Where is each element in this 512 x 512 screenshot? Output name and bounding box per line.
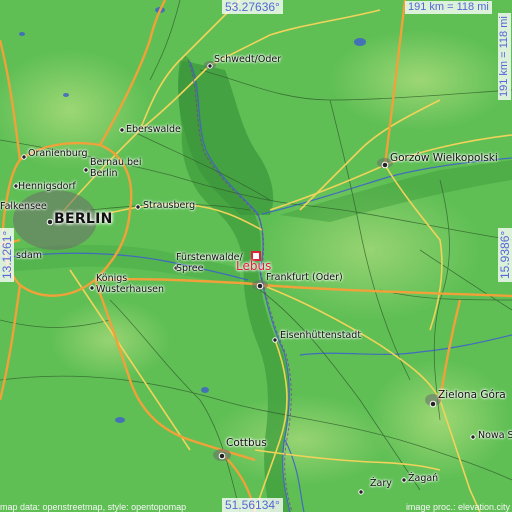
place-label-oranienburg: Oranienburg xyxy=(28,148,88,159)
place-label-zagan: Żagań xyxy=(408,473,439,484)
place-label-berlin: BERLIN xyxy=(54,211,113,227)
place-label-eisenhuettenstadt: Eisenhüttenstadt xyxy=(280,330,362,341)
place-label-gorzow: Gorzów Wielkopolski xyxy=(390,152,498,164)
place-label-zielona-gora: Zielona Góra xyxy=(438,389,506,401)
place-label-fuerstenwalde: Fürstenwalde/ Spree xyxy=(176,252,243,274)
coordinate-top: 53.27636° xyxy=(222,0,283,14)
place-label-schwedt: Schwedt/Oder xyxy=(214,54,282,65)
place-label-strausberg: Strausberg xyxy=(143,200,196,211)
upland-area xyxy=(50,300,170,380)
place-label-bernau: Bernau bei Berlin xyxy=(90,157,142,179)
place-label-falkensee: Falkensee xyxy=(0,201,47,212)
terrain-map[interactable] xyxy=(0,0,512,512)
coordinate-bottom: 51.56134° xyxy=(222,498,283,512)
coordinate-left: 13.1261° xyxy=(0,227,14,282)
coordinate-right: 15.9386° xyxy=(498,227,512,282)
place-label-nowa-sol: Nowa Sól xyxy=(478,430,512,441)
credit-map-data: map data: openstreetmap, style: opentopo… xyxy=(0,502,187,512)
place-label-eberswalde: Eberswalde xyxy=(126,124,181,135)
place-label-zary: Żary xyxy=(370,478,392,489)
place-label-frankfurt: Frankfurt (Oder) xyxy=(266,272,343,283)
scale-horizontal: 191 km = 118 mi xyxy=(405,1,492,14)
place-label-potsdam: sdam xyxy=(16,250,43,261)
place-label-hennigsdorf: Hennigsdorf xyxy=(18,181,76,192)
place-label-cottbus: Cottbus xyxy=(226,437,267,449)
scale-vertical: 191 km = 118 mi xyxy=(498,13,511,100)
credit-image-processing: image proc.: elevation.city xyxy=(405,502,510,512)
place-label-koenigs-wusterhausen: Königs Wusterhausen xyxy=(96,273,165,295)
center-label: Lebus xyxy=(236,259,272,273)
